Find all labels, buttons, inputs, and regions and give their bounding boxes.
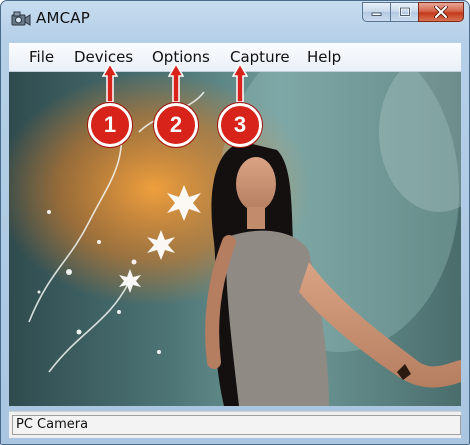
title-bar[interactable]: AMCAP	[1, 1, 469, 41]
arrow-up-icon	[102, 62, 118, 102]
status-text: PC Camera	[12, 415, 461, 435]
minimize-button[interactable]	[362, 2, 390, 22]
menu-help[interactable]: Help	[307, 48, 341, 66]
arrow-up-icon	[168, 62, 184, 102]
menu-file[interactable]: File	[29, 48, 54, 66]
camera-app-icon	[11, 11, 31, 26]
close-button[interactable]	[418, 2, 464, 22]
window-title: AMCAP	[36, 9, 90, 27]
maximize-icon	[398, 7, 411, 17]
step-marker-1: 1	[88, 103, 132, 147]
maximize-button[interactable]	[390, 2, 418, 22]
status-bar: PC Camera	[9, 411, 461, 438]
caption-buttons	[362, 2, 464, 24]
arrow-up-icon	[232, 62, 248, 102]
minimize-icon	[371, 12, 381, 16]
step-marker-2: 2	[154, 103, 198, 147]
close-icon	[434, 6, 448, 18]
step-marker-3: 3	[218, 103, 262, 147]
